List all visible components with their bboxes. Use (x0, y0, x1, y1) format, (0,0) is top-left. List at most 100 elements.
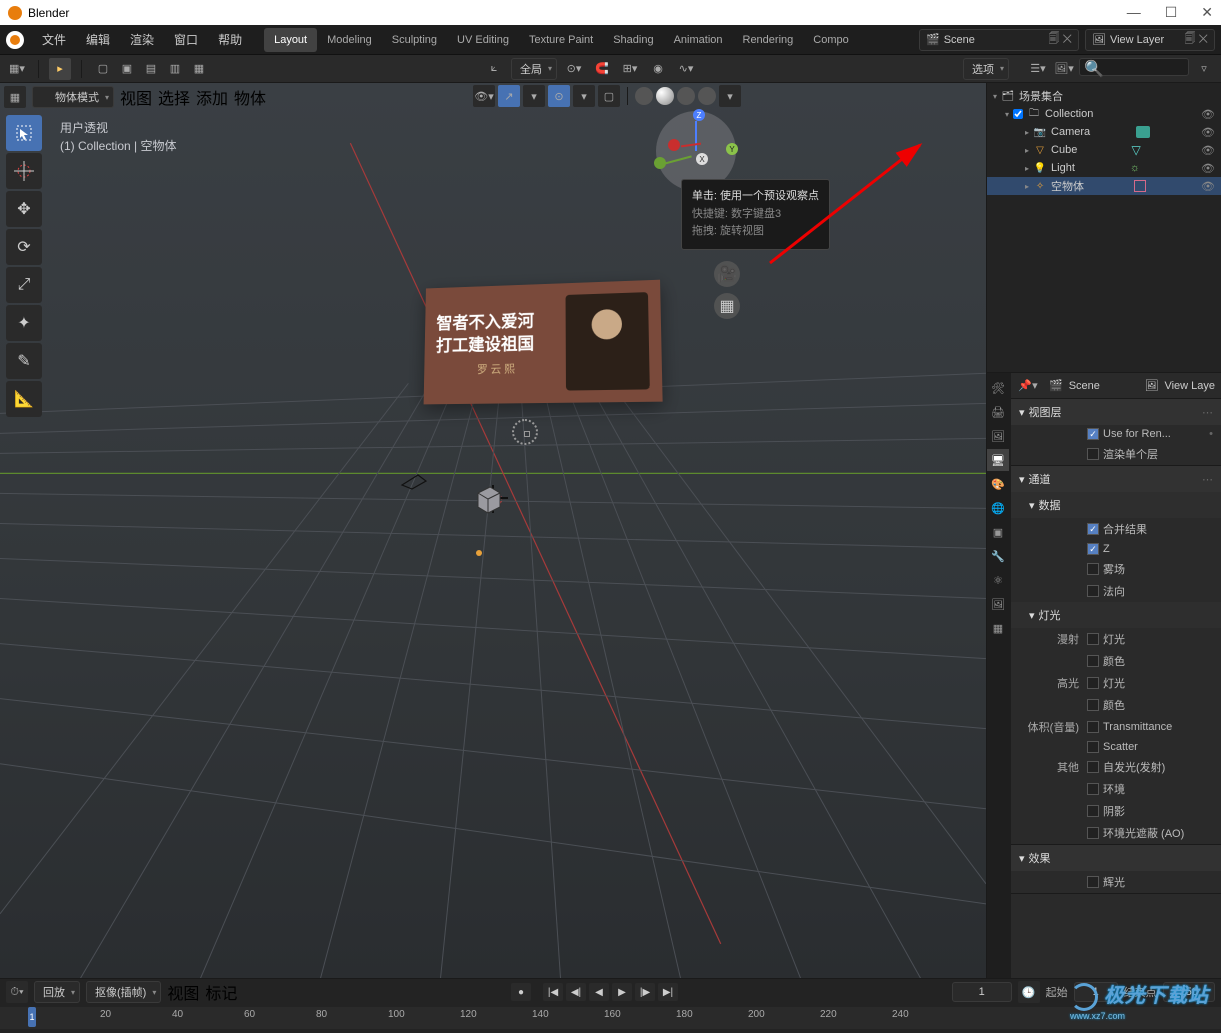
select-subtract-icon[interactable]: ▤ (140, 58, 162, 80)
tab-uv[interactable]: UV Editing (447, 28, 519, 52)
ck-glow[interactable] (1087, 876, 1099, 888)
select-intersect-icon[interactable]: ▦ (188, 58, 210, 80)
shading-matprev-icon[interactable] (677, 87, 695, 105)
editor-type-icon[interactable]: ▦▾ (6, 58, 28, 80)
section-effect[interactable]: ▾效果 (1011, 845, 1221, 871)
empty-object-widget[interactable] (512, 419, 538, 445)
menu-help[interactable]: 帮助 (208, 27, 252, 52)
viewport-3d[interactable]: ▦ 物体模式 视图 选择 添加 物体 👁▾ ↗ ▾ ⊙ ▾ ▢ ▾ ✥ ⟳ (0, 83, 986, 978)
gizmo-axis-neg-x[interactable] (668, 139, 680, 151)
viewport-menu-object[interactable]: 物体 (234, 85, 266, 109)
menu-file[interactable]: 文件 (32, 27, 76, 52)
window-close-button[interactable]: ✕ (1201, 4, 1213, 21)
viewport-menu-select[interactable]: 选择 (158, 85, 190, 109)
tool-transform[interactable]: ✦ (6, 305, 42, 341)
playhead[interactable]: 1 (28, 1007, 36, 1027)
gizmo-axis-z[interactable]: Z (693, 109, 705, 121)
ck-mist[interactable] (1087, 563, 1099, 575)
menu-window[interactable]: 窗口 (164, 27, 208, 52)
ck-combine[interactable] (1087, 523, 1099, 535)
timeline-marker-menu[interactable]: 标记 (205, 980, 237, 1004)
overlay-toggle-icon[interactable]: ⊙ (548, 85, 570, 107)
timeline-editor-icon[interactable]: ⏱▾ (6, 981, 28, 1003)
pivot-icon[interactable]: ⊙▾ (563, 58, 585, 80)
gizmo-axis-neg-y[interactable] (654, 157, 666, 169)
outliner-filter-icon[interactable]: ▿ (1193, 58, 1215, 80)
jump-start-icon[interactable]: |◀ (543, 983, 563, 1001)
section-data[interactable]: ▾数据 (1011, 492, 1221, 518)
prop-tab-constraint[interactable]: 🖼 (987, 593, 1009, 615)
tool-measure[interactable]: 📐 (6, 381, 42, 417)
tab-comp[interactable]: Compo (803, 28, 858, 52)
current-frame-field[interactable]: 1 (952, 982, 1012, 1002)
prop-tab-object[interactable]: ▣ (987, 521, 1009, 543)
outliner-editor-icon[interactable]: ☰▾ (1027, 58, 1049, 80)
section-viewlayer[interactable]: ▾视图层⋯ (1011, 399, 1221, 425)
camera-object-icon[interactable] (400, 471, 430, 496)
cursor-tool-icon[interactable]: ▸ (49, 58, 71, 80)
visibility-eye-icon[interactable]: 👁 (1201, 144, 1215, 157)
keying-menu[interactable]: 抠像(插帧) (86, 981, 161, 1003)
prop-tab-render[interactable]: 🖨 (987, 401, 1009, 423)
proportional-type-icon[interactable]: ∿▾ (675, 58, 697, 80)
prop-tab-tool[interactable]: 🛠 (987, 377, 1009, 399)
ck-spec-light[interactable] (1087, 677, 1099, 689)
tab-animation[interactable]: Animation (664, 28, 733, 52)
prop-tab-scene[interactable]: 🎨 (987, 473, 1009, 495)
tab-rendering[interactable]: Rendering (733, 28, 804, 52)
ck-render-single[interactable] (1087, 448, 1099, 460)
tab-modeling[interactable]: Modeling (317, 28, 382, 52)
tab-layout[interactable]: Layout (264, 28, 317, 52)
visibility-icon[interactable]: 👁▾ (473, 85, 495, 107)
outliner-item-light[interactable]: ▸💡Light ☼ 👁 (987, 159, 1221, 177)
window-minimize-button[interactable]: — (1127, 4, 1141, 21)
visibility-eye-icon[interactable]: 👁 (1201, 180, 1215, 193)
keyframe-next-icon[interactable]: |▶ (635, 983, 655, 1001)
prop-tab-output[interactable]: 🖼 (987, 425, 1009, 447)
outliner-search-input[interactable]: 🔍 (1079, 58, 1189, 76)
ck-scatter[interactable] (1087, 741, 1099, 753)
menu-edit[interactable]: 编辑 (76, 27, 120, 52)
shading-solid-icon[interactable] (656, 87, 674, 105)
snap-icon[interactable]: 🧲 (591, 58, 613, 80)
outliner-item-camera[interactable]: ▸📷Camera 👁 (987, 123, 1221, 141)
gizmo-options-icon[interactable]: ▾ (523, 85, 545, 107)
ck-diff-light[interactable] (1087, 633, 1099, 645)
light-object-icon[interactable] (476, 550, 482, 556)
play-icon[interactable]: ▶ (612, 983, 632, 1001)
visibility-eye-icon[interactable]: 👁 (1201, 126, 1215, 139)
outliner-collection[interactable]: ▾ 🗀Collection 👁 (987, 105, 1221, 123)
keyframe-prev-icon[interactable]: ◀| (566, 983, 586, 1001)
shading-dropdown-icon[interactable]: ▾ (719, 85, 741, 107)
window-maximize-button[interactable]: ☐ (1165, 4, 1178, 21)
proportional-icon[interactable]: ◉ (647, 58, 669, 80)
ck-shadow[interactable] (1087, 805, 1099, 817)
prop-pin-icon[interactable]: 📌▾ (1017, 375, 1039, 397)
tool-move[interactable]: ✥ (6, 191, 42, 227)
prop-tab-viewlayer[interactable]: 🖥 (987, 449, 1009, 471)
ck-diff-color[interactable] (1087, 655, 1099, 667)
tool-rotate[interactable]: ⟳ (6, 229, 42, 265)
snap-type-icon[interactable]: ⊞▾ (619, 58, 641, 80)
orientation-dropdown[interactable]: 全局 (511, 58, 557, 80)
outliner-display-icon[interactable]: 🖼▾ (1053, 58, 1075, 80)
options-dropdown[interactable]: 选项 (963, 58, 1009, 80)
viewlayer-selector[interactable]: 🖼View Layer 🗐 ✕ (1085, 29, 1215, 51)
prop-tab-modifier[interactable]: 🔧 (987, 545, 1009, 567)
outliner-scene-collection[interactable]: ▾🗂 场景集合 (987, 87, 1221, 105)
playback-menu[interactable]: 回放 (34, 981, 80, 1003)
overlay-options-icon[interactable]: ▾ (573, 85, 595, 107)
gizmo-axis-x[interactable]: X (696, 153, 708, 165)
shading-rendered-icon[interactable] (698, 87, 716, 105)
gizmo-toggle-icon[interactable]: ↗ (498, 85, 520, 107)
ck-z[interactable] (1087, 543, 1099, 555)
prop-tab-physics[interactable]: ⚛ (987, 569, 1009, 591)
select-box-icon[interactable]: ▢ (92, 58, 114, 80)
visibility-eye-icon[interactable]: 👁 (1201, 162, 1215, 175)
tool-cursor[interactable] (6, 153, 42, 189)
reference-image-empty[interactable]: 智者不入爱河 打工建设祖国 罗 云 熙 (424, 280, 663, 405)
scene-selector[interactable]: 🎬Scene 🗐 ✕ (919, 29, 1079, 51)
section-passes[interactable]: ▾通道⋯ (1011, 466, 1221, 492)
interaction-mode-icon[interactable]: ▦ (4, 86, 26, 108)
outliner-item-empty[interactable]: ▸✧空物体 👁 (987, 177, 1221, 195)
